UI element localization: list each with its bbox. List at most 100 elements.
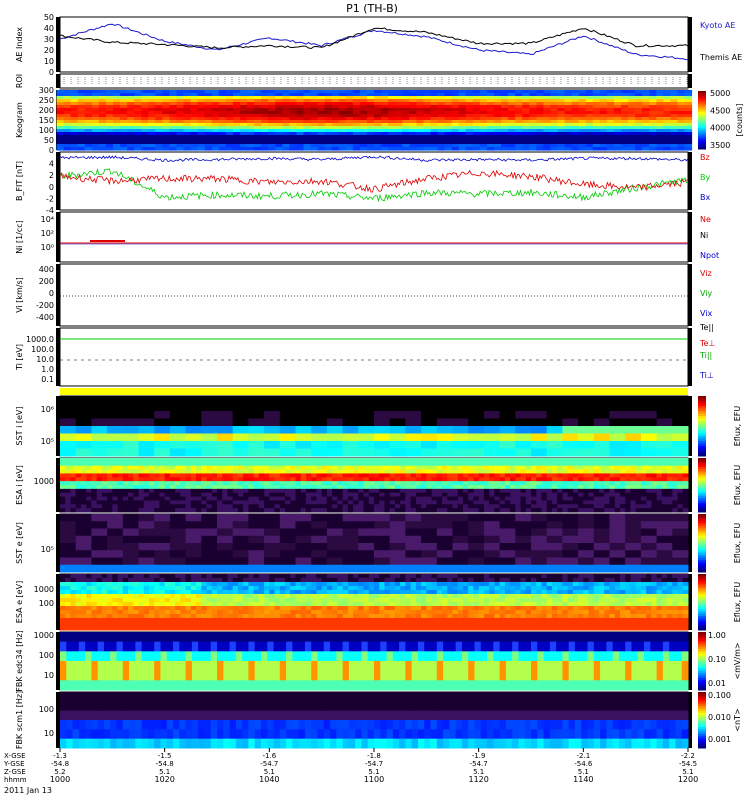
esa1-cell — [81, 489, 87, 493]
esa2-cell — [238, 582, 244, 587]
esa1-cell — [91, 489, 97, 493]
keogram-cell — [628, 147, 636, 151]
esa1-cell — [327, 500, 333, 504]
esa1-cell — [65, 473, 71, 477]
esa1-cell — [578, 504, 584, 508]
esa1-cell — [589, 466, 595, 470]
esa1-cell — [296, 458, 302, 462]
esa2-cell — [484, 590, 490, 595]
esa1-cell — [437, 466, 443, 470]
sst1-cell — [390, 404, 406, 412]
esa1-cell — [118, 458, 124, 462]
keogram-cell — [374, 147, 382, 151]
esa2-cell — [60, 582, 66, 587]
esa2-cell — [384, 578, 390, 583]
esa1-cell — [180, 470, 186, 474]
esa1-cell — [615, 497, 621, 501]
sst1-cell — [468, 434, 484, 442]
esa1-cell — [421, 500, 427, 504]
esa1-cell — [65, 458, 71, 462]
esa2-cell — [521, 586, 527, 591]
esa2-cell — [311, 590, 317, 595]
esa1-cell — [275, 493, 281, 497]
esa1-cell — [353, 508, 359, 512]
sst1-cell — [484, 426, 500, 434]
esa1-cell — [280, 473, 286, 477]
esa1-cell — [630, 458, 636, 462]
keogram-cell — [134, 147, 142, 151]
esa1-cell — [667, 508, 673, 512]
esa2-cell — [358, 574, 364, 579]
esa2-cell — [285, 574, 291, 579]
esa1-cell — [432, 493, 438, 497]
keogram-cell — [247, 147, 255, 151]
esa2-cell — [547, 582, 553, 587]
esa2-cell — [547, 578, 553, 583]
keogram-cell — [649, 147, 657, 151]
esa1-cell — [678, 458, 684, 462]
esa1-cell — [636, 489, 642, 493]
esa1-cell — [683, 462, 689, 466]
esa1-cell — [264, 466, 270, 470]
esa1-cell — [348, 466, 354, 470]
esa1-cell — [306, 508, 312, 512]
esa1-cell — [463, 485, 469, 489]
esa1-cell — [672, 470, 678, 474]
esa1-cell — [180, 493, 186, 497]
esa1-cell — [133, 497, 139, 501]
esa1-cell — [562, 466, 568, 470]
esa1-cell — [285, 504, 291, 508]
esa1-cell — [405, 489, 411, 493]
esa1-cell — [139, 500, 145, 504]
esa1-cell — [678, 470, 684, 474]
sst2-cell — [248, 514, 264, 522]
esa1-cell — [154, 493, 160, 497]
esa1-cell — [316, 466, 322, 470]
esa2-cell — [426, 578, 432, 583]
sst2-cell — [123, 521, 139, 529]
esa1-cell — [604, 477, 610, 481]
esa1-cell — [547, 462, 553, 466]
esa2-cell — [217, 578, 223, 583]
esa2-cell — [107, 586, 113, 591]
esa1-cell — [128, 504, 134, 508]
right-tick-strip — [688, 212, 692, 262]
esa1-cell — [610, 497, 616, 501]
esa2-cell — [290, 590, 296, 595]
esa1-cell — [316, 508, 322, 512]
sst1-cell — [657, 426, 673, 434]
esa1-cell — [107, 470, 113, 474]
sst2-cell — [374, 514, 390, 522]
esa1-cell — [405, 508, 411, 512]
esa1-cell — [405, 466, 411, 470]
sst1-cell — [264, 449, 280, 457]
sst2-cell — [91, 565, 107, 573]
esa1-cell — [306, 489, 312, 493]
sst2-cell — [280, 536, 296, 544]
sst1-cell — [390, 434, 406, 442]
ni-legend-ne: Ne — [700, 215, 711, 224]
esa1-cell — [641, 470, 647, 474]
sst1-cell — [390, 441, 406, 449]
sst1-cell — [154, 426, 170, 434]
esa1-cell — [536, 497, 542, 501]
panel-ylabel: AE Index — [15, 27, 24, 62]
esa2-cell — [641, 586, 647, 591]
esa1-cell — [426, 485, 432, 489]
esa1-cell — [248, 470, 254, 474]
esa1-cell — [243, 477, 249, 481]
sst2-cell — [343, 536, 359, 544]
sst2-cell — [547, 536, 563, 544]
sst2-cell — [233, 529, 249, 537]
sst2-cell — [641, 558, 657, 566]
esa2-cell — [683, 586, 689, 591]
esa1-cell — [76, 500, 82, 504]
esa1-cell — [416, 497, 422, 501]
sst2-cell — [358, 514, 374, 522]
esa1-cell — [128, 466, 134, 470]
sst2-cell — [453, 521, 469, 529]
sst2-cell — [641, 543, 657, 551]
esa1-cell — [411, 462, 417, 466]
keogram-cell — [282, 147, 290, 151]
esa2-cell — [165, 578, 171, 583]
